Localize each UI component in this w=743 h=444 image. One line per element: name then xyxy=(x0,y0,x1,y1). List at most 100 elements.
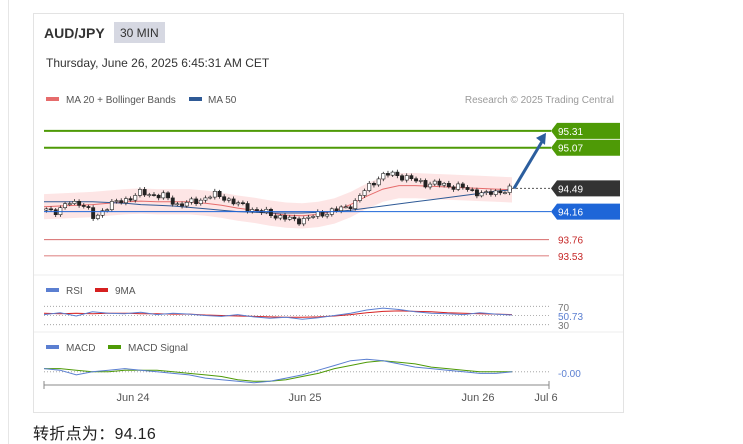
macd-current-value: -0.00 xyxy=(558,369,581,380)
candle-body xyxy=(348,206,353,210)
candle-body xyxy=(255,209,259,211)
rsi-level-30: 30 xyxy=(558,321,570,332)
candle-body xyxy=(119,200,124,204)
candle-body xyxy=(339,206,344,211)
resistance-label: 95.31 xyxy=(558,127,583,138)
candle-body xyxy=(109,201,114,210)
macd-legend-swatch xyxy=(46,345,59,349)
candle-body xyxy=(488,191,493,195)
candle-body xyxy=(212,191,217,198)
candle-body xyxy=(442,183,447,186)
candle-body xyxy=(301,218,306,225)
candle-body xyxy=(72,201,77,204)
rsi-ma-line xyxy=(43,310,513,318)
candle-body xyxy=(217,191,222,198)
chart-panel: AUD/JPY 30 MIN Thursday, June 26, 2025 6… xyxy=(33,13,624,413)
candle-body xyxy=(250,209,255,212)
candle-body xyxy=(315,211,320,217)
candle-body xyxy=(297,218,301,225)
candle-body xyxy=(166,192,170,199)
candle-body xyxy=(208,196,213,199)
candle-body xyxy=(222,196,227,201)
candle-body xyxy=(226,198,231,201)
candle-body xyxy=(381,173,386,180)
rsi-pane xyxy=(43,305,551,326)
candle-body xyxy=(502,192,507,194)
candle-body xyxy=(385,173,390,176)
price-chart: MA 20 + Bollinger Bands MA 50 Research ©… xyxy=(34,95,623,404)
credit-text: Research © 2025 Trading Central xyxy=(465,95,614,106)
x-tick-jul6: Jul 6 xyxy=(534,392,557,404)
ma50-legend-label: MA 50 xyxy=(208,95,237,106)
rsi-ma-legend-swatch xyxy=(95,288,108,292)
candle-body xyxy=(320,211,325,217)
candle-body xyxy=(241,202,245,204)
candle-body xyxy=(283,215,287,220)
candle-body xyxy=(81,205,86,207)
candle-body xyxy=(292,216,297,220)
ma20-legend-swatch xyxy=(46,97,59,101)
candle-body xyxy=(269,209,273,217)
resistance-label: 95.07 xyxy=(558,144,583,155)
candle-body xyxy=(404,175,409,181)
candle xyxy=(91,205,96,221)
candle-body xyxy=(437,180,442,186)
candle-body xyxy=(194,198,199,204)
candle-body xyxy=(231,198,236,205)
candle-body xyxy=(432,180,437,185)
candle-body xyxy=(138,189,142,196)
candle-body xyxy=(161,192,166,199)
macd-signal-legend-label: MACD Signal xyxy=(128,343,188,354)
ma20-legend-label: MA 20 + Bollinger Bands xyxy=(66,95,176,106)
candle-body xyxy=(470,189,475,191)
x-tick-jun25: Jun 25 xyxy=(288,392,321,404)
candle-body xyxy=(124,198,128,204)
candle-body xyxy=(77,201,82,206)
rsi-legend-label: RSI xyxy=(66,286,83,297)
macd-signal-line xyxy=(44,360,512,382)
candle-body xyxy=(86,206,91,208)
candle-body xyxy=(423,180,428,188)
support-label: 93.76 xyxy=(558,236,583,247)
candle-body xyxy=(53,209,58,215)
candle-body xyxy=(465,187,470,190)
candle-body xyxy=(170,197,175,205)
candle-body xyxy=(180,203,184,207)
candle-body xyxy=(287,216,292,220)
x-tick-jun26: Jun 26 xyxy=(461,392,494,404)
candle-body xyxy=(128,198,133,201)
candle-body xyxy=(409,175,414,180)
candle-body xyxy=(311,216,316,218)
candle-body xyxy=(67,203,72,205)
candle-body xyxy=(474,189,479,197)
candle-body xyxy=(203,197,208,201)
candle-body xyxy=(395,171,400,177)
candle-body xyxy=(114,200,119,202)
candle-body xyxy=(493,190,498,195)
candle-body xyxy=(49,208,53,211)
candle-body xyxy=(278,215,283,219)
ma50-legend-swatch xyxy=(189,97,202,101)
candle-body xyxy=(367,183,372,191)
candle-body xyxy=(376,178,381,186)
price-area xyxy=(43,169,513,229)
candle-body xyxy=(306,216,311,219)
rsi-line xyxy=(43,307,513,320)
candle-body xyxy=(390,171,395,176)
candle-body xyxy=(245,203,250,212)
candle-body xyxy=(198,199,203,204)
candle-body xyxy=(63,203,67,209)
left-divider xyxy=(8,0,9,444)
candle-body xyxy=(95,214,100,219)
candle-body xyxy=(91,207,96,219)
candle-body xyxy=(156,194,161,199)
candle-body xyxy=(105,209,110,211)
candle-body xyxy=(484,191,489,193)
candle-body xyxy=(414,178,418,182)
candle-body xyxy=(133,195,138,201)
bollinger-band xyxy=(44,173,512,229)
rsi-legend-swatch xyxy=(46,288,59,292)
candle-body xyxy=(273,215,278,219)
candle-body xyxy=(446,183,451,188)
candle-body xyxy=(147,194,152,196)
